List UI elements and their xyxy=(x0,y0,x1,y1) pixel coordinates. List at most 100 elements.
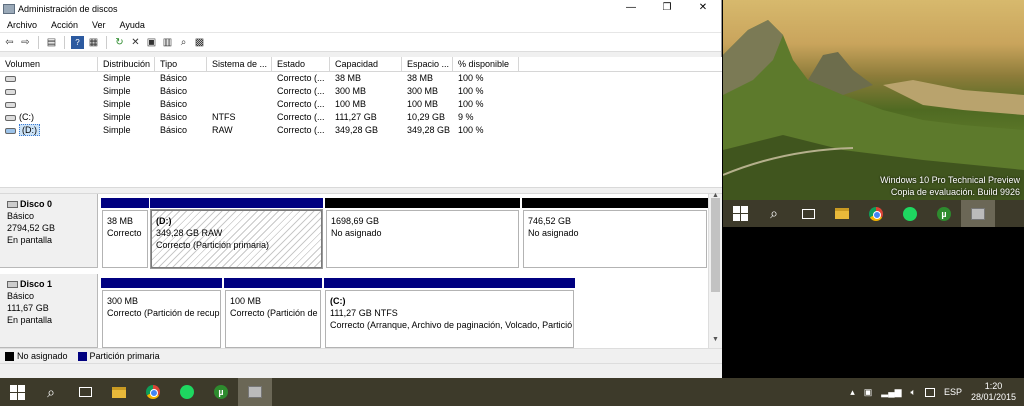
volume-status: Correcto (... xyxy=(277,73,325,83)
volume-type: Básico xyxy=(160,99,188,109)
menu-archivo[interactable]: Archivo xyxy=(0,20,44,30)
volume-free: 38 MB xyxy=(407,73,434,83)
help-icon[interactable]: ? xyxy=(71,35,84,49)
unallocated-space[interactable]: 746,52 GB No asignado xyxy=(522,198,708,268)
volume-row[interactable]: (C:) Simple Básico NTFS Correcto (... 11… xyxy=(0,111,722,124)
volume-pct: 100 % xyxy=(458,99,484,109)
menu-ver[interactable]: Ver xyxy=(85,20,113,30)
menu-ayuda[interactable]: Ayuda xyxy=(113,20,152,30)
volume-layout: Simple xyxy=(103,99,131,109)
clock-time: 1:20 xyxy=(984,381,1003,391)
pane-splitter[interactable] xyxy=(0,187,722,194)
partition[interactable]: 100 MB Correcto (Partición de xyxy=(224,278,322,348)
disk-name: Disco 1 xyxy=(20,279,53,289)
disk-management-window: Administración de discos — ❐ ✕ Archivo A… xyxy=(0,0,722,378)
disk-info[interactable]: Disco 0 Básico 2794,52 GB En pantalla xyxy=(0,194,98,268)
file-explorer-icon[interactable] xyxy=(825,200,859,228)
volume-name: (C:) xyxy=(19,112,34,122)
window-title: Administración de discos xyxy=(18,3,118,14)
volume-row[interactable]: Simple Básico Correcto (... 300 MB 300 M… xyxy=(0,85,722,98)
col-header-estado[interactable]: Estado xyxy=(272,57,330,71)
chrome-icon[interactable] xyxy=(859,200,893,228)
partition-selected[interactable]: (D:) 349,28 GB RAW Correcto (Partición p… xyxy=(150,198,323,269)
drive-icon xyxy=(5,114,16,121)
partition[interactable]: 38 MB Correcto xyxy=(101,198,149,268)
partition-letter: (C:) xyxy=(330,296,346,306)
scroll-down-icon[interactable]: ▼ xyxy=(712,336,719,343)
show-hidden-icons-icon[interactable]: ▴ xyxy=(850,387,855,398)
search-icon[interactable]: ⌕ xyxy=(34,378,68,406)
disk-state: En pantalla xyxy=(7,315,53,325)
scrollbar-thumb[interactable] xyxy=(711,198,720,292)
disk-state: En pantalla xyxy=(7,235,53,245)
col-header-distribucion[interactable]: Distribución xyxy=(98,57,155,71)
hard-disk-icon xyxy=(7,201,18,209)
col-header-sistema[interactable]: Sistema de ... xyxy=(207,57,272,71)
volume-row[interactable]: Simple Básico Correcto (... 100 MB 100 M… xyxy=(0,98,722,111)
minimize-button[interactable]: — xyxy=(613,0,649,17)
utorrent-icon[interactable]: µ xyxy=(927,200,961,228)
watermark-line2: Copia de evaluación. Build 9926 xyxy=(890,187,1020,197)
close-button[interactable]: ✕ xyxy=(685,0,721,17)
volume-fs xyxy=(207,85,272,98)
col-header-espacio[interactable]: Espacio ... xyxy=(402,57,453,71)
spotify-icon[interactable] xyxy=(893,200,927,228)
partition-status: Correcto (Partición primaria) xyxy=(156,240,270,250)
partition[interactable]: 300 MB Correcto (Partición de recup xyxy=(101,278,222,348)
volume-name: (D:) xyxy=(19,124,40,136)
explore-icon[interactable]: ▥ xyxy=(161,36,174,49)
volume-type: Básico xyxy=(160,73,188,83)
chrome-icon[interactable] xyxy=(136,378,170,406)
volume-capacity: 300 MB xyxy=(335,86,367,96)
col-header-volumen[interactable]: Volumen xyxy=(0,57,98,71)
action-center-icon[interactable] xyxy=(924,387,935,397)
input-language[interactable]: ESP xyxy=(944,387,962,397)
file-explorer-icon[interactable] xyxy=(102,378,136,406)
maximize-button[interactable]: ❐ xyxy=(649,0,685,17)
start-button[interactable] xyxy=(0,378,34,406)
volume-icon[interactable]: 🔈︎ xyxy=(911,387,916,398)
unallocated-space[interactable]: 1698,69 GB No asignado xyxy=(325,198,520,268)
partition[interactable]: (C:) 111,27 GB NTFS Correcto (Arranque, … xyxy=(324,278,575,348)
open-icon[interactable]: ▣ xyxy=(145,36,158,49)
disk-info[interactable]: Disco 1 Básico 111,67 GB En pantalla xyxy=(0,274,98,348)
disk-management-taskbar-icon[interactable] xyxy=(961,199,995,228)
col-header-disponible[interactable]: % disponible xyxy=(453,57,519,71)
network-adapter-icon[interactable]: ▣ xyxy=(864,387,873,398)
show-hide-tree-icon[interactable]: ▤ xyxy=(45,36,58,49)
volume-layout: Simple xyxy=(103,112,131,122)
menu-accion[interactable]: Acción xyxy=(44,20,85,30)
legend: No asignado Partición primaria xyxy=(0,348,722,363)
back-icon[interactable]: ⇦ xyxy=(3,36,16,49)
disk-management-taskbar-icon[interactable] xyxy=(238,378,272,406)
col-header-tipo[interactable]: Tipo xyxy=(155,57,207,71)
utorrent-icon[interactable]: µ xyxy=(204,378,238,406)
partition-status: Correcto (Partición de recup xyxy=(107,308,220,318)
task-view-icon[interactable] xyxy=(791,200,825,228)
partition-size: 1698,69 GB xyxy=(331,216,380,226)
volume-type: Básico xyxy=(160,125,188,135)
vertical-scrollbar[interactable]: ▲ ▼ xyxy=(708,192,722,348)
refresh-icon[interactable]: ↻ xyxy=(113,36,126,49)
properties2-icon[interactable]: ▩ xyxy=(193,36,206,49)
clock[interactable]: 1:20 28/01/2015 xyxy=(971,381,1016,403)
search-icon[interactable]: ⌕ xyxy=(177,36,190,49)
title-bar[interactable]: Administración de discos — ❐ ✕ xyxy=(0,0,721,17)
wifi-signal-icon[interactable]: ▂▄▆ xyxy=(881,387,901,398)
start-button-secondary[interactable] xyxy=(723,200,757,228)
col-header-capacidad[interactable]: Capacidad xyxy=(330,57,402,71)
volume-fs: RAW xyxy=(212,125,233,135)
properties-icon[interactable]: ▦ xyxy=(87,36,100,49)
partition-size: 100 MB xyxy=(230,296,262,306)
volume-type: Básico xyxy=(160,112,188,122)
spotify-icon[interactable] xyxy=(170,378,204,406)
search-icon[interactable]: ⌕ xyxy=(757,200,791,228)
task-view-icon[interactable] xyxy=(68,378,102,406)
forward-icon[interactable]: ⇨ xyxy=(19,36,32,49)
volume-row-selected[interactable]: (D:) Simple Básico RAW Correcto (... 349… xyxy=(0,124,722,137)
volume-row[interactable]: Simple Básico Correcto (... 38 MB 38 MB … xyxy=(0,72,722,85)
volume-status: Correcto (... xyxy=(277,112,325,122)
disk-size: 2794,52 GB xyxy=(7,223,56,233)
volume-status: Correcto (... xyxy=(277,125,325,135)
delete-icon[interactable]: ✕ xyxy=(129,36,142,49)
